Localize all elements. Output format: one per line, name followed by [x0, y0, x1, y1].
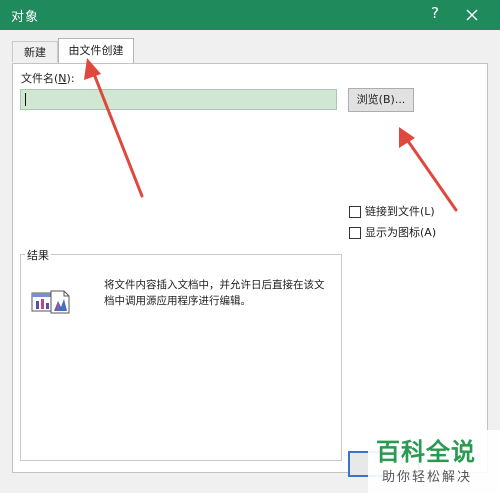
watermark: 百科全说 助你轻松解决 — [368, 430, 500, 493]
dialog-body: 新建 由文件创建 文件名(N): 浏览(B)... 链接到文件(L) 显示为图标… — [0, 30, 500, 493]
dialog-window: 对象 ? 新建 由文件创建 文件名(N): 浏览(B)... 链接到文件(L) — [0, 0, 500, 493]
filename-label: 文件名(N): — [21, 70, 75, 86]
display-as-icon-label: 显示为图标(A) — [365, 226, 437, 239]
tab-panel-create-from-file: 文件名(N): 浏览(B)... 链接到文件(L) 显示为图标(A) 结果 将文… — [12, 63, 488, 473]
title-bar: 对象 ? — [0, 0, 500, 30]
browse-button[interactable]: 浏览(B)... — [348, 88, 414, 112]
tab-create-from-file[interactable]: 由文件创建 — [58, 38, 134, 64]
link-to-file-checkbox[interactable] — [349, 206, 361, 218]
watermark-title: 百科全说 — [376, 438, 476, 466]
display-as-icon-checkbox[interactable] — [349, 227, 361, 239]
filename-label-prefix: 文件名( — [21, 72, 59, 85]
embedded-object-icon — [31, 289, 71, 319]
help-button[interactable]: ? — [428, 4, 442, 24]
tab-new[interactable]: 新建 — [12, 41, 58, 62]
close-button[interactable] — [461, 4, 483, 26]
text-caret — [25, 93, 26, 106]
close-icon — [466, 9, 478, 21]
link-to-file-label: 链接到文件(L) — [365, 205, 435, 218]
dialog-title: 对象 — [11, 10, 40, 25]
watermark-subtitle: 助你轻松解决 — [382, 470, 473, 485]
filename-label-hotkey: N — [58, 72, 67, 85]
result-group: 结果 将文件内容插入文档中，并允许日后直接在该文档中调用源应用程序进行编辑。 — [20, 247, 342, 461]
result-description: 将文件内容插入文档中，并允许日后直接在该文档中调用源应用程序进行编辑。 — [104, 279, 325, 307]
filename-label-suffix: ): — [66, 72, 75, 85]
result-title: 结果 — [25, 247, 51, 263]
filename-input[interactable] — [20, 89, 337, 110]
